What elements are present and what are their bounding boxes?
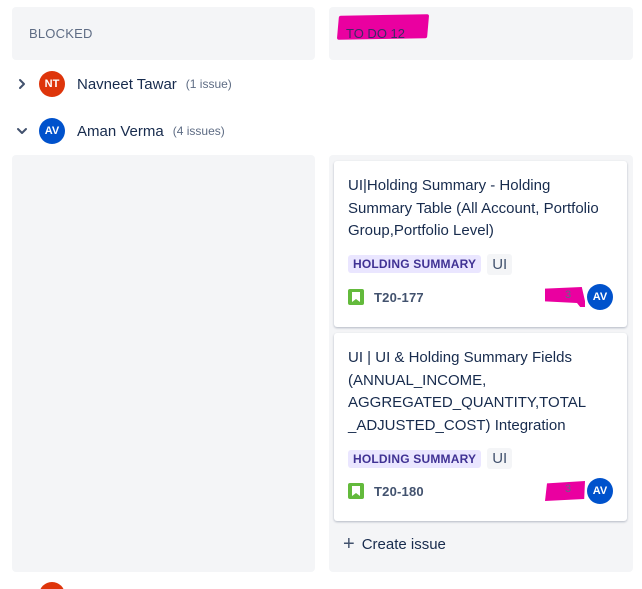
card-labels: HOLDING SUMMARY UI bbox=[348, 253, 613, 275]
story-icon bbox=[348, 483, 364, 499]
card-meta: 3 AV bbox=[545, 284, 613, 310]
plus-icon: + bbox=[343, 533, 355, 555]
column-title-blocked: BLOCKED bbox=[29, 26, 93, 41]
tag-label: UI bbox=[487, 448, 513, 469]
epic-label[interactable]: HOLDING SUMMARY bbox=[348, 449, 482, 468]
tag-label: UI bbox=[487, 253, 513, 275]
story-points: 3 bbox=[565, 483, 572, 495]
column-body-blocked[interactable] bbox=[12, 155, 315, 572]
column-body-todo[interactable]: UI|Holding Summary - Holding Summary Tab… bbox=[329, 155, 633, 572]
column-header-blocked: BLOCKED bbox=[12, 7, 315, 60]
issue-card[interactable]: UI | UI & Holding Summary Fields (ANNUAL… bbox=[334, 333, 627, 521]
swimlane-issue-count: (4 issues) bbox=[172, 124, 225, 138]
create-issue-label: Create issue bbox=[361, 535, 446, 553]
issue-key[interactable]: T20-180 bbox=[374, 484, 424, 499]
card-footer: T20-177 3 AV bbox=[348, 284, 613, 310]
epic-label[interactable]: HOLDING SUMMARY bbox=[348, 255, 482, 273]
swimlane-aman-verma[interactable]: AV Aman Verma (4 issues) bbox=[12, 117, 225, 145]
chevron-down-icon[interactable] bbox=[12, 126, 32, 136]
swimlane-name: Aman Verma bbox=[77, 122, 164, 140]
column-header-todo: TO DO 12 bbox=[329, 7, 633, 60]
avatar: NT bbox=[39, 71, 65, 97]
card-meta: 3 AV bbox=[545, 478, 613, 504]
card-labels: HOLDING SUMMARY UI bbox=[348, 448, 613, 469]
swimlane-name: Navneet Tawar bbox=[77, 75, 177, 93]
story-icon bbox=[348, 289, 364, 305]
swimlane-issue-count: (1 issue) bbox=[185, 77, 232, 91]
column-title-todo-wrap: TO DO 12 bbox=[336, 13, 430, 43]
swimlane-navneet-tawar[interactable]: NT Navneet Tawar (1 issue) bbox=[12, 70, 232, 98]
chevron-right-icon[interactable] bbox=[12, 78, 32, 90]
story-points: 3 bbox=[565, 289, 572, 301]
assignee-avatar[interactable]: AV bbox=[587, 284, 613, 310]
redacted-area bbox=[102, 21, 272, 39]
issue-card[interactable]: UI|Holding Summary - Holding Summary Tab… bbox=[334, 161, 627, 327]
estimate-badge: 3 bbox=[545, 287, 585, 307]
create-issue-button[interactable]: + Create issue bbox=[343, 534, 446, 554]
card-title: UI|Holding Summary - Holding Summary Tab… bbox=[348, 177, 599, 239]
card-footer: T20-180 3 AV bbox=[348, 478, 613, 504]
estimate-badge: 3 bbox=[545, 481, 585, 501]
card-title: UI | UI & Holding Summary Fields (ANNUAL… bbox=[348, 349, 586, 434]
issue-key[interactable]: T20-177 bbox=[374, 290, 424, 305]
assignee-avatar[interactable]: AV bbox=[587, 478, 613, 504]
avatar: AV bbox=[39, 118, 65, 144]
column-title-todo: TO DO 12 bbox=[346, 25, 406, 41]
avatar bbox=[39, 582, 65, 589]
